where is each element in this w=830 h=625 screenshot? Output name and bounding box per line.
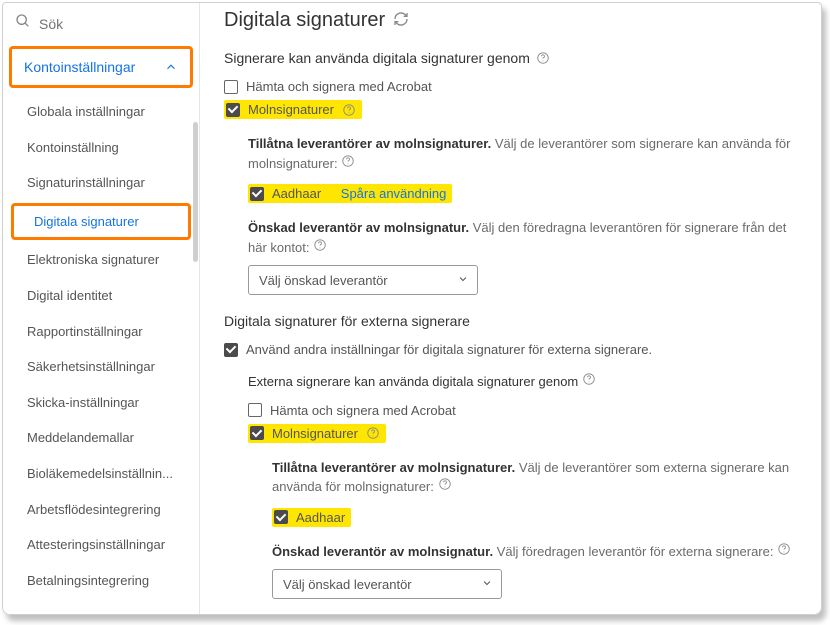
group-external-title: Digitala signaturer för externa signerar… <box>224 313 803 329</box>
group-signers-title-text: Signerare kan använda digitala signature… <box>224 50 530 66</box>
help-icon[interactable] <box>366 426 380 440</box>
sidebar-item-arbetsflode[interactable]: Arbetsflödesintegrering <box>3 492 199 528</box>
checkbox-aadhaar[interactable]: Aadhaar Spåra användning <box>248 181 803 206</box>
sidebar-item-digitala-signaturer[interactable]: Digitala signaturer <box>11 203 191 241</box>
help-icon[interactable] <box>342 103 356 117</box>
app-window: Kontoinställningar Globala inställningar… <box>2 2 822 615</box>
checkbox-acrobat[interactable]: Hämta och signera med Acrobat <box>224 76 803 97</box>
help-icon[interactable] <box>777 542 791 556</box>
sidebar-item-elektroniska[interactable]: Elektroniska signaturer <box>3 242 199 278</box>
group-external-title-text: Digitala signaturer för externa signerar… <box>224 313 470 329</box>
refresh-icon[interactable] <box>393 11 409 30</box>
checkbox-icon <box>248 403 262 417</box>
sidebar-item-biolakemedel[interactable]: Bioläkemedelsinställnin... <box>3 456 199 492</box>
sidebar-section-label: Kontoinställningar <box>24 59 135 75</box>
help-icon[interactable] <box>313 238 327 252</box>
sidebar-nav: Globala inställningar Kontoinställning S… <box>3 94 199 614</box>
sidebar-item-skicka[interactable]: Skicka-inställningar <box>3 385 199 421</box>
chevron-up-icon <box>164 60 178 74</box>
help-icon[interactable] <box>582 372 596 386</box>
checkbox-icon <box>224 343 238 357</box>
help-icon[interactable] <box>536 51 550 65</box>
sidebar: Kontoinställningar Globala inställningar… <box>3 3 200 614</box>
preferred-provider-title: Önskad leverantör av molnsignatur. <box>248 220 469 235</box>
page-title-row: Digitala signaturer <box>224 9 803 32</box>
ext-allowed-title: Tillåtna leverantörer av molnsignaturer. <box>272 460 515 475</box>
group-signers: Signerare kan använda digitala signature… <box>224 50 803 295</box>
scrollbar-thumb[interactable] <box>193 122 198 262</box>
checkbox-cloud[interactable]: Molnsignaturer <box>224 97 803 122</box>
help-icon[interactable] <box>341 154 355 168</box>
external-sub-title-text: Externa signerare kan använda digitala s… <box>248 374 578 389</box>
checkbox-ext-aadhaar[interactable]: Aadhaar <box>272 505 803 530</box>
checkbox-use-other-label: Använd andra inställningar för digitala … <box>246 342 652 357</box>
search-input[interactable] <box>39 16 187 32</box>
ext-preferred-title: Önskad leverantör av molnsignatur. <box>272 544 493 559</box>
checkbox-ext-cloud[interactable]: Molnsignaturer <box>248 421 803 446</box>
sidebar-item-signatur[interactable]: Signaturinställningar <box>3 165 199 201</box>
help-icon[interactable] <box>438 477 452 491</box>
ext-preferred-select[interactable]: Välj önskad leverantör <box>272 569 502 599</box>
checkbox-acrobat-label: Hämta och signera med Acrobat <box>246 79 432 94</box>
sidebar-item-meddelande[interactable]: Meddelandemallar <box>3 420 199 456</box>
sidebar-item-digital-identitet[interactable]: Digital identitet <box>3 278 199 314</box>
ext-allowed-heading: Tillåtna leverantörer av molnsignaturer.… <box>272 458 803 497</box>
chevron-down-icon <box>481 577 493 592</box>
checkbox-icon <box>250 426 264 440</box>
checkbox-use-other[interactable]: Använd andra inställningar för digitala … <box>224 339 803 360</box>
checkbox-icon <box>224 80 238 94</box>
scrollbar-track <box>193 94 199 614</box>
preferred-provider-select[interactable]: Välj önskad leverantör <box>248 265 478 295</box>
track-usage-link[interactable]: Spåra användning <box>341 186 447 201</box>
group-signers-title: Signerare kan använda digitala signature… <box>224 50 803 66</box>
sidebar-section-kontoinstallningar[interactable]: Kontoinställningar <box>9 46 193 88</box>
select-value: Välj önskad leverantör <box>259 273 388 288</box>
checkbox-icon <box>250 187 264 201</box>
sidebar-item-konto[interactable]: Kontoinställning <box>3 130 199 166</box>
allowed-providers-title: Tillåtna leverantörer av molnsignaturer. <box>248 136 491 151</box>
checkbox-cloud-label: Molnsignaturer <box>248 102 334 117</box>
ext-preferred-desc: Välj föredragen leverantör för externa s… <box>497 544 774 559</box>
checkbox-icon <box>274 510 288 524</box>
checkbox-aadhaar-label: Aadhaar <box>272 186 321 201</box>
chevron-down-icon <box>457 273 469 288</box>
select-value: Välj önskad leverantör <box>283 577 412 592</box>
sidebar-item-betalning[interactable]: Betalningsintegrering <box>3 563 199 599</box>
allowed-providers-heading: Tillåtna leverantörer av molnsignaturer.… <box>248 134 803 173</box>
main-content: Digitala signaturer Signerare kan använd… <box>200 3 821 614</box>
group-external: Digitala signaturer för externa signerar… <box>224 313 803 599</box>
preferred-provider-heading: Önskad leverantör av molnsignatur. Välj … <box>248 218 803 257</box>
search-field[interactable] <box>3 3 199 42</box>
sidebar-item-globala[interactable]: Globala inställningar <box>3 94 199 130</box>
checkbox-ext-acrobat[interactable]: Hämta och signera med Acrobat <box>248 400 803 421</box>
sidebar-item-rapport[interactable]: Rapportinställningar <box>3 314 199 350</box>
checkbox-icon <box>226 103 240 117</box>
checkbox-ext-cloud-label: Molnsignaturer <box>272 426 358 441</box>
checkbox-ext-acrobat-label: Hämta och signera med Acrobat <box>270 403 456 418</box>
ext-preferred-heading: Önskad leverantör av molnsignatur. Välj … <box>272 542 803 562</box>
sidebar-item-sakerhet[interactable]: Säkerhetsinställningar <box>3 349 199 385</box>
page-title: Digitala signaturer <box>224 9 385 32</box>
external-sub-title: Externa signerare kan använda digitala s… <box>248 372 803 392</box>
checkbox-ext-aadhaar-label: Aadhaar <box>296 510 345 525</box>
sidebar-item-attestering[interactable]: Attesteringsinställningar <box>3 527 199 563</box>
search-icon <box>15 13 31 34</box>
